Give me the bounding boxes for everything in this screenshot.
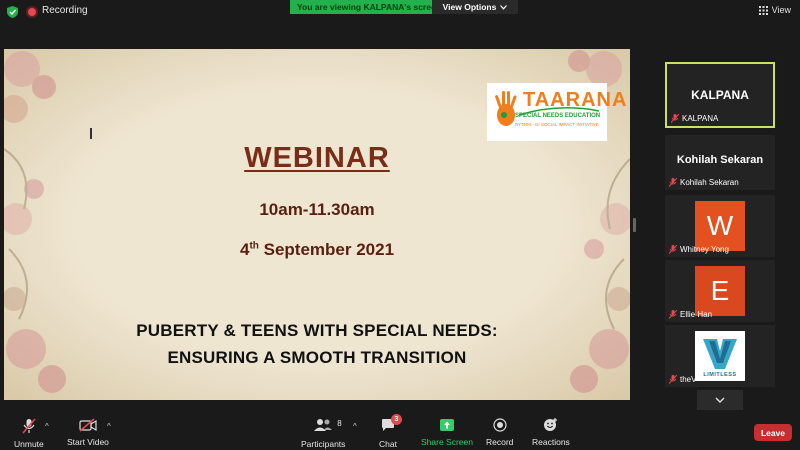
viewing-screen-banner: You are viewing KALPANA's screen xyxy=(290,0,441,14)
muted-mic-icon xyxy=(669,310,677,319)
record-button[interactable]: Record xyxy=(486,418,513,447)
chat-button[interactable]: 3 Chat xyxy=(379,414,402,449)
record-icon xyxy=(493,418,507,432)
muted-microphone-icon xyxy=(22,418,36,434)
reactions-button[interactable]: Reactions xyxy=(532,418,570,447)
share-screen-icon xyxy=(439,419,454,431)
participant-name: theV xyxy=(680,375,697,384)
share-screen-button[interactable]: Share Screen xyxy=(421,418,473,447)
muted-mic-icon xyxy=(669,375,677,384)
zoom-meeting-window: Recording You are viewing KALPANA's scre… xyxy=(0,0,800,450)
participant-display-name: KALPANA xyxy=(691,88,749,102)
viewing-screen-text: You are viewing KALPANA's screen xyxy=(297,2,441,12)
record-label: Record xyxy=(486,437,514,447)
participants-options-caret[interactable]: ^ xyxy=(353,422,357,431)
slide-topic: PUBERTY & TEENS WITH SPECIAL NEEDS: ENSU… xyxy=(4,317,630,371)
limitless-logo-text: LIMITLESS xyxy=(703,372,737,378)
chevron-down-icon xyxy=(715,397,725,403)
participants-label: Participants xyxy=(301,439,346,449)
participant-name-row: Ellie Han xyxy=(669,310,712,319)
participant-tile-thev[interactable]: LIMITLESS theV xyxy=(665,325,775,387)
participant-tile-ellie[interactable]: E Ellie Han xyxy=(665,260,775,322)
participants-count: 8 xyxy=(337,419,342,428)
participant-display-name: Kohilah Sekaran xyxy=(676,154,764,166)
logo-tagline-text: RYTHM - GI SOCIAL IMPACT INITIATIVE xyxy=(515,122,599,127)
shield-check-icon[interactable] xyxy=(7,6,18,18)
muted-mic-icon xyxy=(671,114,679,123)
recording-label: Recording xyxy=(42,5,88,16)
video-options-caret[interactable]: ^ xyxy=(107,422,111,431)
view-options-label: View Options xyxy=(442,2,497,12)
shared-screen-slide: TAARANA SPECIAL NEEDS EDUCATION RYTHM - … xyxy=(4,49,630,400)
leave-meeting-button[interactable]: Leave xyxy=(754,424,792,441)
share-screen-label: Share Screen xyxy=(421,437,473,447)
slide-title: WEBINAR xyxy=(244,142,390,174)
participant-avatar: W xyxy=(695,201,745,251)
topic-line-1: PUBERTY & TEENS WITH SPECIAL NEEDS: xyxy=(136,321,498,340)
smiley-reaction-icon xyxy=(544,418,558,431)
logo-swoosh xyxy=(519,107,599,116)
participant-name-row: Whitney Yong xyxy=(669,245,729,254)
participant-name-row: Kohilah Sekaran xyxy=(669,178,739,187)
participant-tile-kalpana[interactable]: KALPANA KALPANA xyxy=(665,62,775,128)
video-off-icon xyxy=(79,418,97,432)
date-suffix: th xyxy=(249,240,259,252)
participant-avatar: E xyxy=(695,266,745,316)
participant-tile-kohilah[interactable]: Kohilah Sekaran Kohilah Sekaran xyxy=(665,135,775,190)
participants-icon xyxy=(314,419,333,431)
view-label: View xyxy=(771,5,791,15)
muted-mic-icon xyxy=(669,245,677,254)
muted-mic-icon xyxy=(669,178,677,187)
top-bar: Recording You are viewing KALPANA's scre… xyxy=(0,0,800,24)
taarana-logo: TAARANA SPECIAL NEEDS EDUCATION RYTHM - … xyxy=(487,83,626,141)
participant-name: Ellie Han xyxy=(680,310,713,319)
participant-name: KALPANA xyxy=(682,114,719,123)
view-options-button[interactable]: View Options xyxy=(432,0,518,14)
reactions-label: Reactions xyxy=(532,437,570,447)
date-rest: September 2021 xyxy=(258,240,395,259)
meeting-toolbar: Unmute ^ Start Video ^ 8 Participants ^ xyxy=(0,412,800,450)
participant-name-row: theV xyxy=(669,375,696,384)
participant-name: Kohilah Sekaran xyxy=(680,178,739,187)
participant-tile-whitney[interactable]: W Whitney Yong xyxy=(665,195,775,257)
participant-name: Whitney Yong xyxy=(680,245,729,254)
participants-button[interactable]: 8 Participants xyxy=(301,418,345,449)
text-cursor-mark xyxy=(90,128,92,139)
chat-label: Chat xyxy=(379,439,397,449)
limitless-logo-avatar: LIMITLESS xyxy=(695,331,745,381)
start-video-button[interactable]: Start Video xyxy=(67,418,109,447)
panel-resize-handle[interactable] xyxy=(633,218,636,232)
grid-view-icon xyxy=(758,5,768,15)
unmute-button[interactable]: Unmute xyxy=(14,418,44,449)
unmute-label: Unmute xyxy=(14,439,44,449)
audio-options-caret[interactable]: ^ xyxy=(45,422,49,431)
participant-name-row: KALPANA xyxy=(671,114,718,123)
chevron-down-icon xyxy=(500,4,508,10)
recording-dot-icon xyxy=(28,8,36,16)
view-layout-button[interactable]: View xyxy=(758,5,791,15)
topic-line-2: ENSURING A SMOOTH TRANSITION xyxy=(167,348,467,367)
slide-date: 4th September 2021 xyxy=(4,240,630,260)
chat-unread-badge: 3 xyxy=(390,414,402,425)
slide-time: 10am-11.30am xyxy=(259,200,375,219)
more-participants-button[interactable] xyxy=(697,390,743,410)
limitless-v-logo-icon xyxy=(703,339,737,369)
start-video-label: Start Video xyxy=(67,437,109,447)
